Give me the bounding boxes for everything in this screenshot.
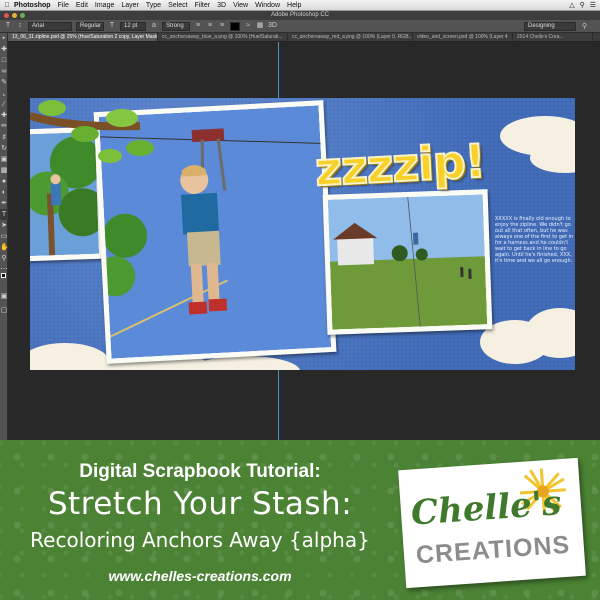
quick-select-tool-icon[interactable]: ✎ [0,77,8,88]
type-tool-icon[interactable]: T [4,22,12,30]
menu-image[interactable]: Image [95,2,114,9]
search-icon[interactable]: ⚲ [580,1,585,9]
banner-tagline: Recoloring Anchors Away {alpha} [30,528,370,552]
move-tool-icon[interactable]: ✚ [0,44,8,55]
tab-anchorsaway-blue[interactable]: cc_anchorsaway_blue_a.png @ 100% (Hue/Sa… [158,33,288,41]
banner-subtitle: Digital Scrapbook Tutorial: [79,461,321,482]
eyedropper-tool-icon[interactable]: ⁄ [0,99,8,110]
journal-text[interactable]: XXXXX is finally old enough to enjoy the… [495,216,575,264]
list-icon[interactable]: ☰ [590,1,596,9]
shape-tool-icon[interactable]: ▭ [0,231,8,242]
marquee-tool-icon[interactable]: □ [0,55,8,66]
zoom-window-icon[interactable] [20,13,25,18]
blur-tool-icon[interactable]: ● [0,176,8,187]
font-style-select[interactable]: Regular [76,21,104,31]
apple-icon[interactable]:  [0,2,14,9]
antialias-icon: a [152,22,156,29]
menu-select[interactable]: Select [168,2,187,9]
menu-layer[interactable]: Layer [121,2,139,9]
menu-3d[interactable]: 3D [217,2,226,9]
type-tool-icon[interactable]: T [0,209,8,220]
character-panel-icon[interactable]: ▦ [256,22,264,30]
menu-help[interactable]: Help [287,2,301,9]
tools-panel: ▸ ✚ □ ∞ ✎ ⌞ ⁄ ✚ ✏ ♯ ↻ ▣ ▩ ● ◐ ✒ T ➤ ▭ ✋ … [0,33,9,440]
font-size-icon: T [109,22,115,29]
orientation-icon[interactable]: ↕ [16,22,24,30]
window-titlebar: Adobe Photoshop CC [0,11,600,20]
options-bar: T ↕ Arial Regular T 12 pt a Strong ≡ ≡ ≡… [0,20,600,33]
healing-brush-tool-icon[interactable]: ✚ [0,110,8,121]
tab-zipline-psd[interactable]: 13_06_11 zipline.psd @ 25% (Hue/Saturati… [8,33,158,41]
minimize-window-icon[interactable] [12,13,17,18]
quick-mask-icon[interactable]: ▣ [0,291,8,302]
search-icon[interactable]: ⚲ [582,22,592,31]
clone-stamp-tool-icon[interactable]: ♯ [0,132,8,143]
wifi-icon[interactable]: △ [569,1,574,9]
hand-tool-icon[interactable]: ✋ [0,242,9,253]
path-select-tool-icon[interactable]: ➤ [0,220,8,231]
menu-filter[interactable]: Filter [195,2,211,9]
chelles-creations-logo: Chelle's CREATIONS [398,457,586,589]
align-center-icon[interactable]: ≡ [206,22,214,30]
mac-menubar:  Photoshop File Edit Image Layer Type S… [0,0,600,11]
app-menu[interactable]: Photoshop [14,2,51,9]
website-url[interactable]: www.chelles-creations.com [0,568,400,584]
menu-type[interactable]: Type [146,2,161,9]
history-brush-tool-icon[interactable]: ↻ [0,143,8,154]
scrapbook-title[interactable]: zzzzip! [313,133,487,198]
crop-tool-icon[interactable]: ⌞ [0,88,8,99]
document-tabs: 13_06_11 zipline.psd @ 25% (Hue/Saturati… [8,33,600,42]
lasso-tool-icon[interactable]: ∞ [0,66,8,77]
window-title: Adobe Photoshop CC [270,12,330,18]
font-size-select[interactable]: 12 pt [120,21,146,31]
font-family-select[interactable]: Arial [28,21,72,31]
pen-tool-icon[interactable]: ✒ [0,198,8,209]
gradient-tool-icon[interactable]: ▩ [0,165,8,176]
photo-frame-right[interactable] [322,189,493,335]
menu-window[interactable]: Window [255,2,280,9]
logo-script-text: Chelle's [409,483,563,534]
tab-chelles-creations[interactable]: 2014 Chelle's Crea... [513,33,593,41]
photo-zipline-field [327,194,488,330]
3d-icon[interactable]: 3D [268,22,277,30]
workspace-select[interactable]: Designing [524,22,576,31]
brush-tool-icon[interactable]: ✏ [0,121,8,132]
menu-edit[interactable]: Edit [76,2,88,9]
eraser-tool-icon[interactable]: ▣ [0,154,8,165]
align-right-icon[interactable]: ≡ [218,22,226,30]
banner-title: Stretch Your Stash: [47,486,353,522]
collapse-tools-icon[interactable]: ▸ [0,33,8,44]
warp-text-icon[interactable]: ≈ [244,22,252,30]
foreground-color-swatch[interactable] [1,273,6,278]
antialias-select[interactable]: Strong [162,21,190,31]
dodge-tool-icon[interactable]: ◐ [0,187,8,198]
menu-file[interactable]: File [58,2,69,9]
scrapbook-page: zzzzip! XXXXX is finally old enough to e… [30,98,575,370]
tab-video-and-screen[interactable]: video_and_screen.psd @ 100% (Layer 4 [413,33,513,41]
screen-mode-icon[interactable]: ▢ [0,305,8,316]
text-color-swatch[interactable] [230,21,240,31]
logo-wordmark: CREATIONS [415,530,572,570]
align-left-icon[interactable]: ≡ [194,22,202,30]
close-window-icon[interactable] [4,13,9,18]
zoom-tool-icon[interactable]: ⚲ [0,253,8,264]
tree-branch-embellishment [30,100,154,163]
tab-anchorsaway-red[interactable]: cc_anchorsaway_red_a.png @ 100% (Layer 0… [288,33,413,41]
menu-view[interactable]: View [233,2,248,9]
